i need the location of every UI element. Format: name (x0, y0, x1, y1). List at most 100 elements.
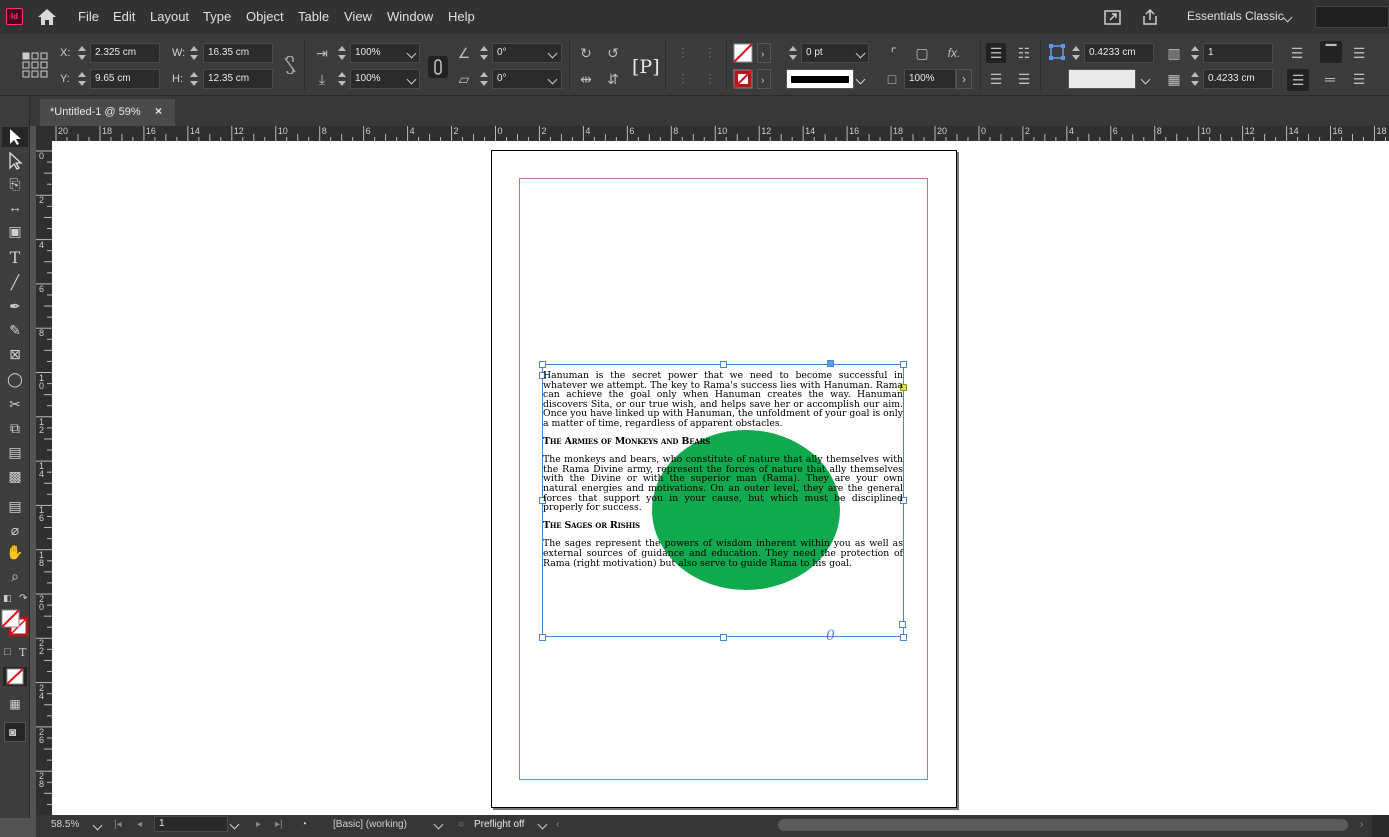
align-top-icon[interactable]: ⫶ (673, 69, 693, 89)
out-port-handle[interactable] (899, 621, 906, 628)
object-style-dropdown[interactable] (1138, 69, 1154, 89)
constrain-proportions-icon[interactable] (282, 56, 298, 74)
formatting-container-icon[interactable]: □ (4, 646, 11, 658)
stroke-swatch-icon[interactable] (733, 69, 753, 89)
scale-y-stepper[interactable] (336, 69, 348, 89)
auto-fit-icon[interactable] (1048, 43, 1066, 61)
y-field[interactable]: 9.65 cm (90, 69, 160, 89)
frame-fitting-icon[interactable]: ▢ (912, 43, 932, 63)
hand-tool-icon[interactable]: ✋ (5, 542, 25, 562)
text-wrap-shape-icon[interactable]: ☷ (1014, 43, 1034, 63)
apply-none-button[interactable] (3, 667, 27, 686)
x-field[interactable]: 2.325 cm (90, 43, 160, 63)
flip-vertical-icon[interactable]: ⇵ (603, 69, 623, 89)
menu-layout[interactable]: Layout (150, 9, 189, 24)
align-left-icon[interactable]: ⫶ (673, 43, 693, 63)
search-input[interactable] (1315, 6, 1389, 28)
menu-object[interactable]: Object (246, 9, 284, 24)
menu-table[interactable]: Table (298, 9, 329, 24)
rotate-cw-icon[interactable]: ↻ (576, 43, 596, 63)
type-tool-icon[interactable]: T (5, 248, 25, 268)
text-wrap-next-icon[interactable]: ☰ (1014, 69, 1034, 89)
h-stepper[interactable] (188, 69, 200, 89)
menu-view[interactable]: View (344, 9, 372, 24)
free-transform-tool-icon[interactable]: ⧉ (5, 418, 25, 438)
shear-stepper[interactable] (478, 69, 490, 89)
scale-x-dropdown[interactable] (404, 43, 420, 63)
y-stepper[interactable] (76, 69, 88, 89)
corner-options-icon[interactable]: ⌜ (884, 43, 904, 63)
reference-p-icon[interactable]: [P] (632, 54, 660, 80)
zoom-tool-icon[interactable]: ⌕ (5, 566, 25, 586)
distribute-v-icon[interactable]: ⫶ (700, 69, 720, 89)
frame-handle-br[interactable] (900, 634, 907, 641)
content-collector-icon[interactable]: ▣ (5, 221, 25, 241)
rotate-dropdown[interactable] (545, 43, 561, 63)
first-page-icon[interactable]: |◂ (114, 819, 122, 830)
gradient-swatch-tool-icon[interactable]: ▤ (5, 442, 25, 462)
formatting-text-icon[interactable]: T (19, 646, 26, 659)
reference-point-icon[interactable] (22, 52, 48, 78)
gap-field[interactable]: 0.4233 cm (1084, 43, 1154, 63)
distribute-h-icon[interactable]: ⫶ (700, 43, 720, 63)
flip-horizontal-icon[interactable]: ⇹ (576, 69, 596, 89)
horizontal-scrollbar[interactable] (778, 819, 1348, 831)
workspace-switcher[interactable]: Essentials Classic (1187, 9, 1284, 23)
rotate-ccw-icon[interactable]: ↺ (603, 43, 623, 63)
columns-field[interactable]: 1 (1203, 43, 1273, 63)
align-center-text-icon[interactable]: ☰ (1349, 43, 1369, 63)
align-top-text-button[interactable]: ▔ (1320, 41, 1342, 63)
frame-corner-options-handle[interactable] (827, 360, 834, 367)
stroke-weight-dropdown[interactable] (853, 43, 869, 63)
eyedropper-tool-icon[interactable]: ⌀ (5, 520, 25, 540)
menu-help[interactable]: Help (448, 9, 475, 24)
preflight-dropdown[interactable] (535, 814, 551, 834)
document-style-label[interactable]: [Basic] (working) (333, 819, 407, 830)
last-page-icon[interactable]: ▸| (275, 819, 283, 830)
preflight-icon[interactable]: ○ (458, 819, 464, 830)
preflight-status[interactable]: Preflight off (474, 819, 524, 830)
story-text[interactable]: Hanuman is the secret power that we need… (543, 371, 903, 576)
menu-type[interactable]: Type (203, 9, 231, 24)
gutter-field[interactable]: 0.4233 cm (1203, 69, 1273, 89)
fill-swatch-none-icon[interactable] (733, 43, 753, 63)
justify-button[interactable]: ☰ (1287, 69, 1309, 91)
close-icon[interactable]: × (155, 104, 162, 118)
opacity-field[interactable]: 100% (904, 69, 956, 89)
link-scale-button[interactable] (428, 56, 448, 78)
chevron-down-icon[interactable] (1280, 7, 1296, 27)
scale-y-dropdown[interactable] (404, 69, 420, 89)
menu-file[interactable]: File (78, 9, 99, 24)
page-dropdown[interactable] (227, 814, 243, 834)
object-style-selector[interactable] (1068, 69, 1136, 89)
selection-tool-icon[interactable] (5, 127, 25, 147)
rotate-stepper[interactable] (478, 43, 490, 63)
stroke-weight-stepper[interactable] (787, 43, 799, 63)
fill-stroke-swatch-icon[interactable] (1, 608, 29, 638)
direct-selection-tool-icon[interactable] (5, 151, 25, 171)
effects-fx-icon[interactable]: fx. (944, 43, 964, 63)
h-field[interactable]: 12.35 cm (203, 69, 273, 89)
screen-mode-button[interactable]: ◙ (4, 722, 26, 742)
home-icon[interactable] (37, 8, 57, 26)
vertical-justify-top-icon[interactable]: ☰ (1287, 43, 1307, 63)
pen-tool-icon[interactable]: ✒ (5, 296, 25, 316)
frame-handle-bl[interactable] (539, 634, 546, 641)
view-mode-icon[interactable]: ▦ (5, 694, 25, 714)
previous-page-icon[interactable]: ◂ (137, 819, 142, 830)
text-wrap-bbox-button[interactable]: ☰ (986, 43, 1006, 63)
justify-vertical-icon[interactable]: ☰ (1349, 69, 1369, 89)
page-number-field[interactable]: 1 (154, 816, 228, 832)
swap-colors-icon[interactable]: ↷ (19, 593, 27, 604)
scroll-right-icon[interactable]: › (1360, 819, 1363, 830)
columns-stepper[interactable] (1189, 43, 1201, 63)
shear-dropdown[interactable] (545, 69, 561, 89)
w-stepper[interactable] (188, 43, 200, 63)
scroll-left-icon[interactable]: ‹ (556, 819, 559, 830)
w-field[interactable]: 16.35 cm (203, 43, 273, 63)
ellipse-tool-icon[interactable]: ◯ (5, 369, 25, 389)
frame-handle-tr[interactable] (900, 361, 907, 368)
next-page-icon[interactable]: ▸ (256, 819, 261, 830)
share-icon[interactable] (1140, 7, 1160, 27)
stroke-type-selector[interactable] (786, 69, 854, 89)
